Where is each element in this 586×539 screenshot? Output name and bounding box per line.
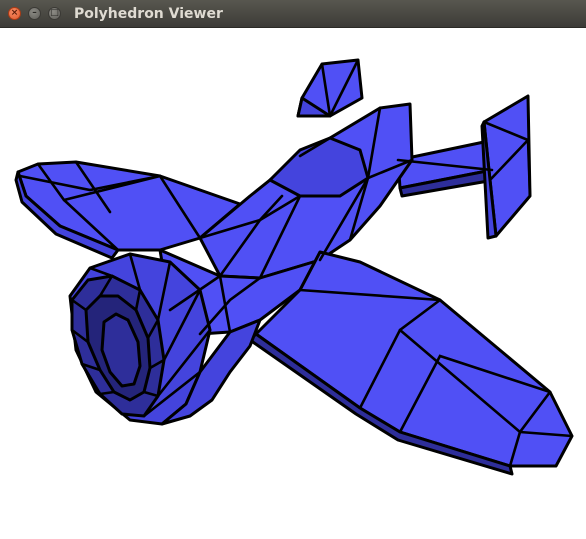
minimize-icon[interactable]: – (28, 7, 41, 20)
window-title: Polyhedron Viewer (74, 6, 223, 22)
cockpit (268, 136, 370, 198)
render-viewport[interactable] (0, 28, 586, 539)
app-window: × – □ Polyhedron Viewer (0, 0, 586, 539)
close-icon[interactable]: × (8, 7, 21, 20)
maximize-icon[interactable]: □ (48, 7, 61, 20)
airplane-model[interactable] (0, 28, 586, 539)
title-bar[interactable]: × – □ Polyhedron Viewer (0, 0, 586, 28)
